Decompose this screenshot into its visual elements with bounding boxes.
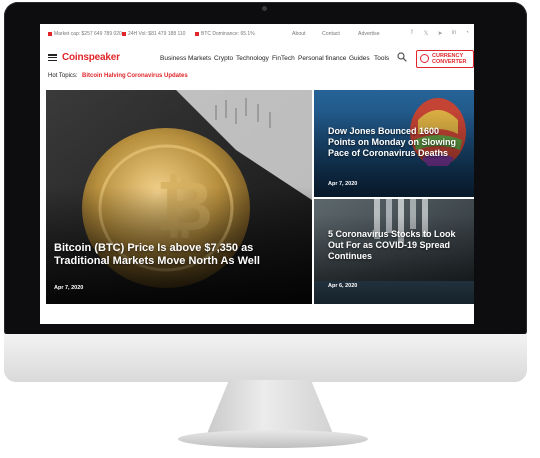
side1-article-date: Apr 7, 2020 <box>328 181 358 187</box>
chart-icon <box>122 32 126 36</box>
facebook-icon[interactable]: f <box>408 30 416 36</box>
featured-article-side-2[interactable]: 5 Coronavirus Stocks to Look Out For as … <box>314 199 474 304</box>
twitter-icon[interactable]: 𝕏 <box>422 30 430 37</box>
contact-link[interactable]: Contact <box>322 31 340 37</box>
nav-crypto[interactable]: Crypto <box>214 55 233 62</box>
monitor-chin <box>4 334 527 382</box>
hot-topic-bitcoin-halving[interactable]: Bitcoin Halving <box>82 73 126 79</box>
nav-markets[interactable]: Markets <box>188 55 211 62</box>
main-article-date: Apr 7, 2020 <box>54 285 84 291</box>
nav-business[interactable]: Business <box>160 55 186 62</box>
volume-stat: 24H Vol: $81 479 188 110 <box>122 31 185 37</box>
market-cap-stat: Market cap: $257 649 789 020 <box>48 31 122 37</box>
nav-tools[interactable]: Tools <box>374 55 389 62</box>
menu-icon[interactable] <box>48 54 57 61</box>
btc-dominance-text: BTC Dominance: 65.1% <box>201 31 255 37</box>
rss-icon[interactable]: ◔ <box>463 30 471 36</box>
currency-converter-button[interactable]: CURRENCY CONVERTER <box>416 50 474 68</box>
camera-dot <box>262 6 267 11</box>
market-cap-text: Market cap: $257 649 789 020 <box>54 31 122 37</box>
monitor-foot <box>178 430 368 448</box>
btc-dominance-stat: BTC Dominance: 65.1% <box>195 31 255 37</box>
main-article-title[interactable]: Bitcoin (BTC) Price Is above $7,350 as T… <box>54 242 304 269</box>
search-icon[interactable] <box>397 52 407 62</box>
linkedin-icon[interactable]: in <box>450 30 458 36</box>
browser-screen: Market cap: $257 649 789 020 24H Vol: $8… <box>40 24 474 324</box>
currency-converter-label: CURRENCY CONVERTER <box>432 53 467 65</box>
advertise-link[interactable]: Advertise <box>358 31 380 37</box>
featured-article-main[interactable]: ₿ Bitcoin (BTC) Price Is above $7,350 as… <box>46 90 312 304</box>
chart-icon <box>48 32 52 36</box>
nav-technology[interactable]: Technology <box>236 55 269 62</box>
site-logo[interactable]: Coinspeaker <box>62 52 120 63</box>
hot-topics-bar: Hot Topics: Bitcoin Halving Coronavirus … <box>40 70 474 88</box>
monitor-stand <box>206 380 334 436</box>
side2-article-date: Apr 6, 2020 <box>328 283 358 289</box>
nav-personal-finance[interactable]: Personal finance <box>298 55 346 62</box>
nav-guides[interactable]: Guides <box>349 55 370 62</box>
hot-topic-coronavirus-updates[interactable]: Coronavirus Updates <box>127 73 188 79</box>
featured-article-side-1[interactable]: Dow Jones Bounced 1600 Points on Monday … <box>314 90 474 197</box>
hot-topics-label: Hot Topics: <box>48 73 78 79</box>
volume-text: 24H Vol: $81 479 188 110 <box>128 31 186 37</box>
top-info-bar: Market cap: $257 649 789 020 24H Vol: $8… <box>40 24 474 45</box>
side1-article-title[interactable]: Dow Jones Bounced 1600 Points on Monday … <box>328 126 468 159</box>
bitcoin-coin-image: ₿ <box>46 90 312 304</box>
nav-fintech[interactable]: FinTech <box>272 55 295 62</box>
telegram-icon[interactable]: ➤ <box>436 30 444 37</box>
exchange-icon <box>420 54 429 63</box>
about-link[interactable]: About <box>292 31 306 37</box>
main-nav: Coinspeaker Business Markets Crypto Tech… <box>40 44 474 70</box>
bitcoin-icon <box>195 32 199 36</box>
side2-article-title[interactable]: 5 Coronavirus Stocks to Look Out For as … <box>328 229 470 262</box>
